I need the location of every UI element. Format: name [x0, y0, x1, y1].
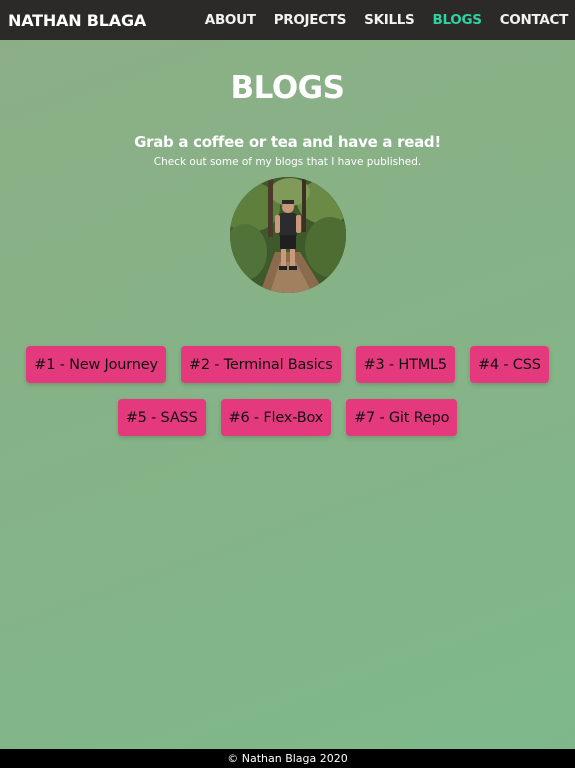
- nav-link-about[interactable]: ABOUT: [205, 12, 256, 28]
- footer: © Nathan Blaga 2020: [0, 749, 575, 768]
- profile-photo: [229, 177, 346, 293]
- main-content: BLOGS Grab a coffee or tea and have a re…: [0, 40, 575, 444]
- blog-button-4-css[interactable]: #4 - CSS: [469, 346, 549, 383]
- page-tagline: Check out some of my blogs that I have p…: [153, 156, 422, 168]
- nav-link-skills[interactable]: SKILLS: [364, 12, 415, 28]
- blog-button-7-git-repo[interactable]: #7 - Git Repo: [346, 399, 458, 436]
- page-title: BLOGS: [230, 70, 345, 106]
- blog-button-6-flex-box[interactable]: #6 - Flex-Box: [220, 399, 332, 436]
- blog-button-list: #1 - New Journey #2 - Terminal Basics #3…: [0, 338, 575, 444]
- navbar: NATHAN BLAGA ABOUT PROJECTS SKILLS BLOGS…: [0, 0, 575, 40]
- nav-link-projects[interactable]: PROJECTS: [274, 12, 347, 28]
- nav-link-contact[interactable]: CONTACT: [500, 12, 569, 28]
- blog-button-3-html5[interactable]: #3 - HTML5: [355, 346, 455, 383]
- page-subtitle: Grab a coffee or tea and have a read!: [134, 133, 441, 151]
- footer-copyright: © Nathan Blaga 2020: [227, 752, 348, 765]
- hiker-photo-illustration: [229, 177, 346, 293]
- blog-button-5-sass[interactable]: #5 - SASS: [117, 399, 206, 436]
- nav-link-blogs[interactable]: BLOGS: [432, 12, 482, 28]
- nav-links: ABOUT PROJECTS SKILLS BLOGS CONTACT: [187, 12, 569, 28]
- brand-logo-link[interactable]: NATHAN BLAGA: [8, 11, 146, 30]
- blog-button-2-terminal-basics[interactable]: #2 - Terminal Basics: [180, 346, 341, 383]
- blog-button-1-new-journey[interactable]: #1 - New Journey: [26, 346, 166, 383]
